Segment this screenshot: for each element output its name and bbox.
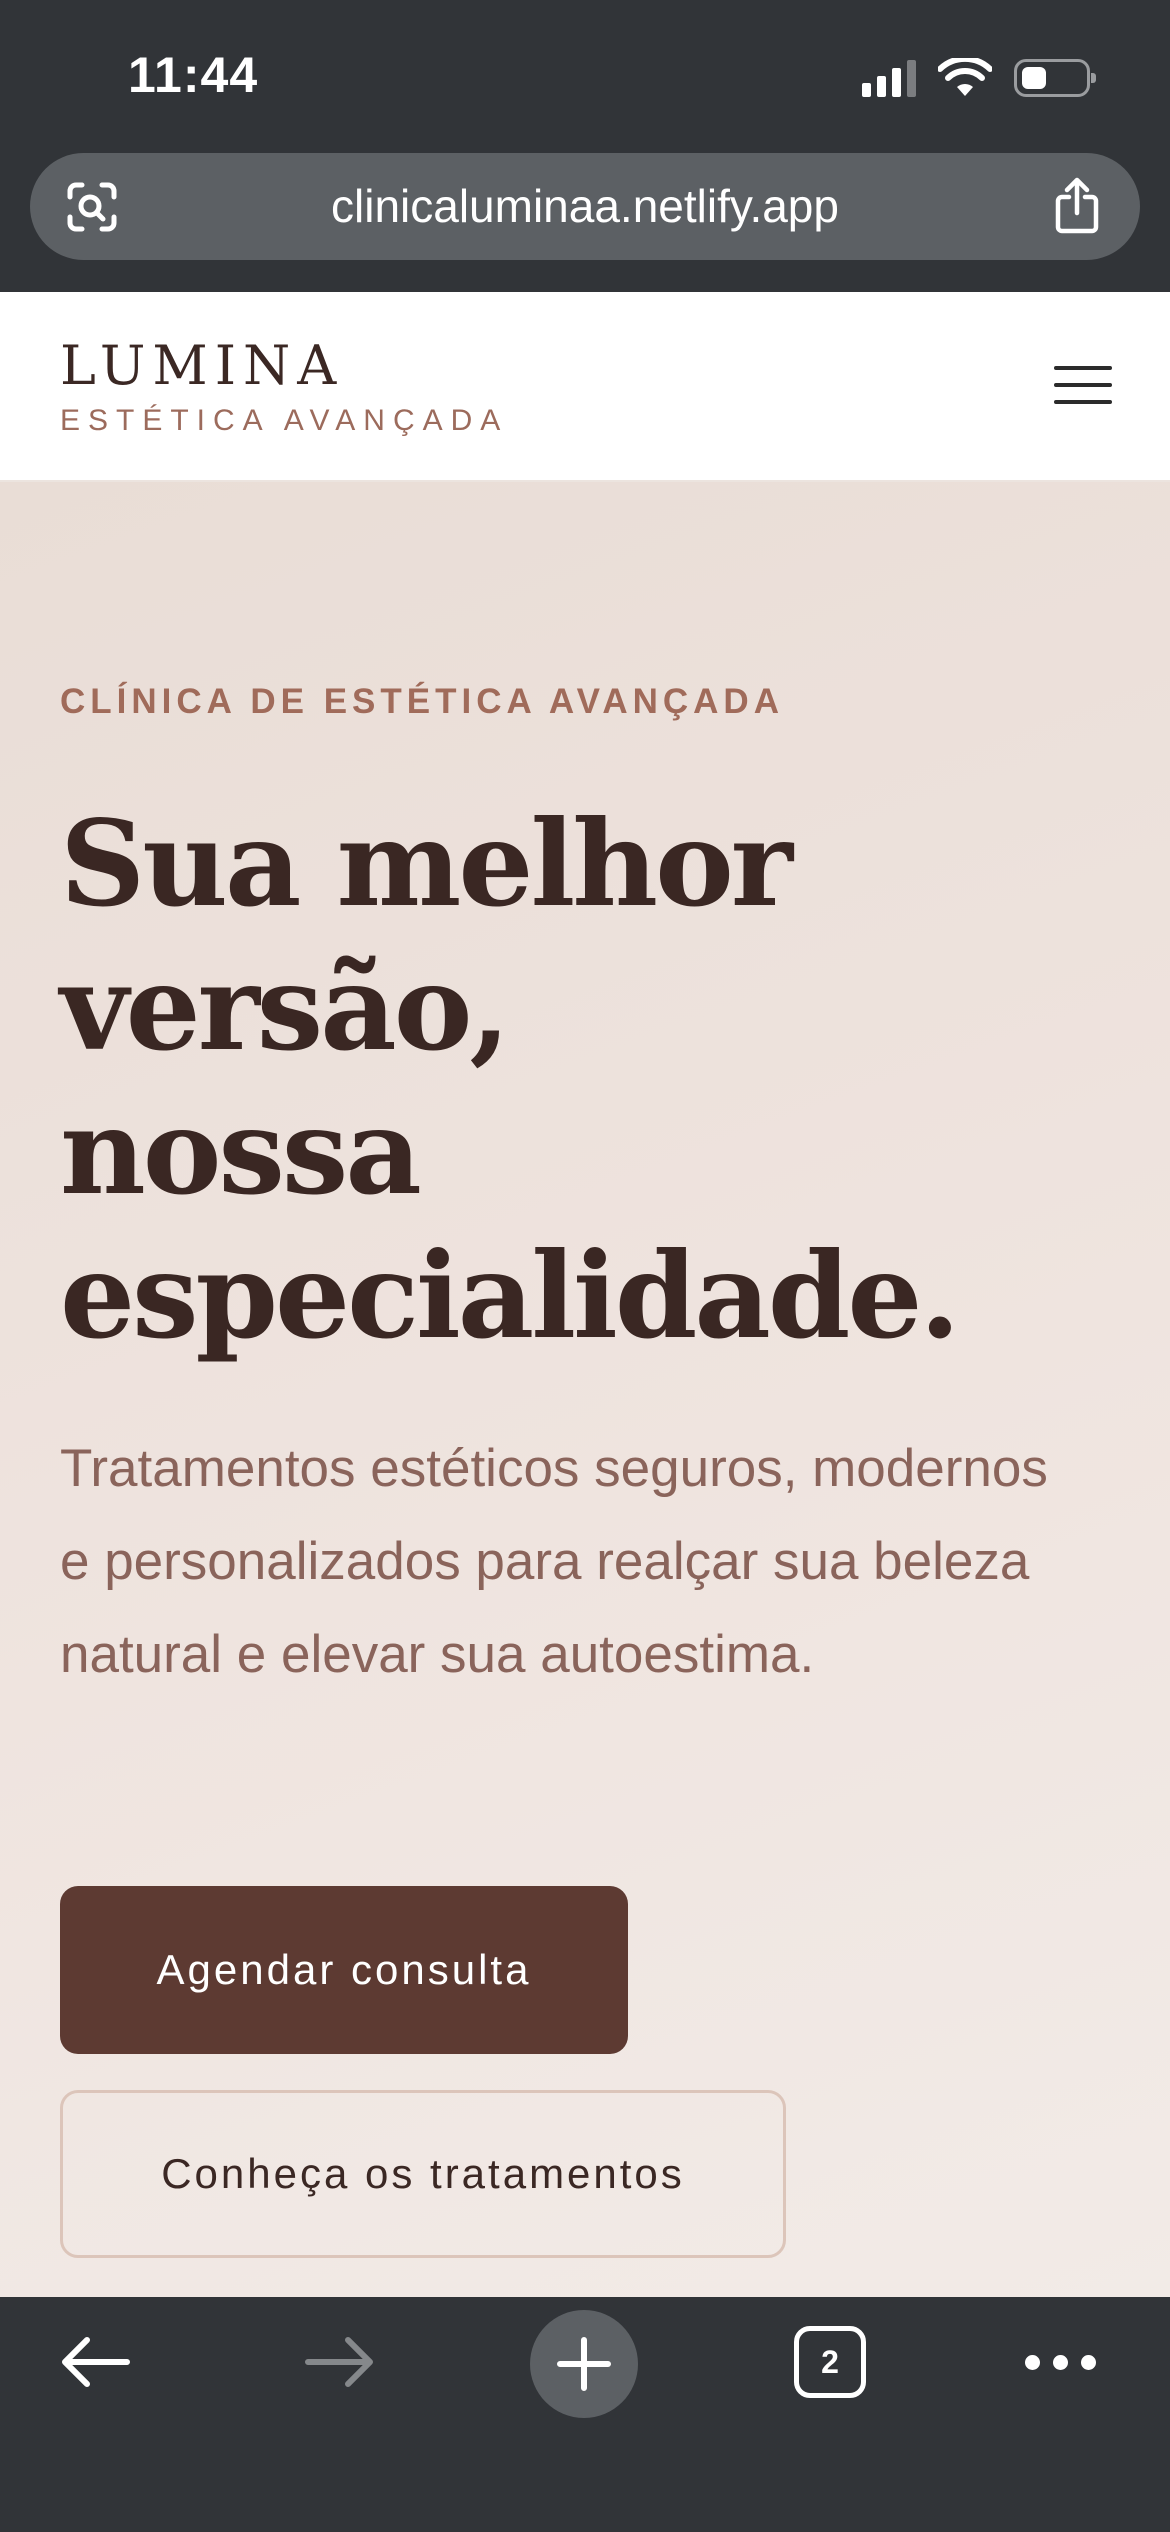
hero-section: CLÍNICA DE ESTÉTICA AVANÇADA Sua melhor … [0,482,1170,2297]
forward-arrow-icon [305,2337,373,2387]
back-button[interactable] [40,2297,150,2427]
status-icons [862,54,1096,102]
back-arrow-icon [62,2337,130,2387]
hero-title-line: nossa [60,1082,422,1221]
wifi-icon [938,58,992,96]
tabs-icon: 2 [794,2326,866,2398]
browser-toolbar: 2 [0,2297,1170,2532]
hero-title-line: especialidade. [60,1226,961,1365]
logo-subtitle: ESTÉTICA AVANÇADA [60,404,509,437]
plus-icon [557,2337,611,2391]
more-dots-icon [1024,2354,1096,2370]
address-bar[interactable]: clinicaluminaa.netlify.app [30,153,1140,260]
status-bar: 11:44 [0,0,1170,150]
hero-eyebrow: CLÍNICA DE ESTÉTICA AVANÇADA [60,682,784,721]
battery-icon [1014,59,1096,97]
logo-title[interactable]: LUMINA [60,334,343,397]
new-tab-button[interactable] [530,2310,638,2418]
share-icon[interactable] [1052,177,1102,235]
hamburger-menu-icon[interactable] [1054,362,1112,408]
site-header: LUMINA ESTÉTICA AVANÇADA [0,292,1170,482]
status-time: 11:44 [128,47,259,103]
cellular-signal-icon [862,59,916,97]
hero-title-line: Sua melhor [60,794,793,933]
url-text[interactable]: clinicaluminaa.netlify.app [30,179,1140,233]
hero-description: Tratamentos estéticos seguros, modernos … [60,1439,1048,1684]
schedule-consultation-button[interactable]: Agendar consulta [60,1886,628,2054]
tab-count: 2 [821,2343,839,2380]
more-button[interactable] [1000,2297,1120,2427]
hero-title-line: versão, [60,938,511,1077]
tabs-button[interactable]: 2 [790,2297,870,2427]
forward-button[interactable] [285,2297,395,2427]
view-treatments-button[interactable]: Conheça os tratamentos [60,2090,786,2258]
hero-title: Sua melhor versão, nossa especialidade. [60,792,1120,1368]
